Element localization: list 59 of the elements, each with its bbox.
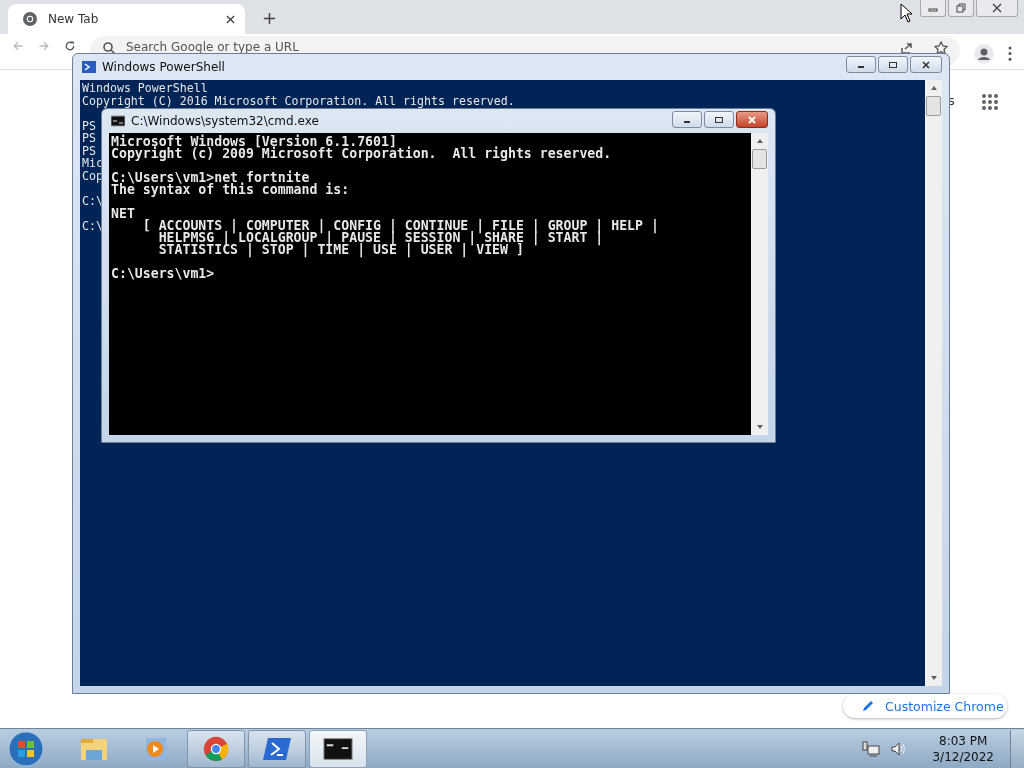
scroll-up-icon[interactable] [929, 84, 938, 92]
console-line: C:\Users\vm1> [111, 266, 215, 281]
console-line: Windows PowerShell [82, 81, 208, 95]
network-icon[interactable] [862, 740, 881, 757]
close-button[interactable] [736, 111, 768, 128]
menu-icon[interactable] [1008, 46, 1012, 61]
start-button[interactable] [8, 730, 44, 767]
powershell-icon [82, 60, 96, 74]
console-icon [111, 114, 125, 128]
scroll-down-icon[interactable] [929, 674, 938, 682]
scrollbar[interactable] [751, 133, 768, 435]
scroll-down-icon[interactable] [755, 423, 764, 431]
restore-icon [956, 3, 966, 13]
close-icon [747, 115, 757, 124]
console-line: PS [82, 143, 96, 158]
scroll-up-icon[interactable] [755, 137, 764, 145]
show-desktop-button[interactable] [1010, 729, 1024, 768]
browser-tab[interactable]: New Tab [8, 4, 245, 34]
powershell-icon [262, 735, 292, 762]
chrome-logo-icon [22, 11, 38, 27]
clock-date: 3/12/2022 [932, 748, 994, 765]
chrome-logo-icon [201, 735, 231, 762]
scrollbar[interactable] [925, 80, 942, 686]
restore-button[interactable] [948, 0, 974, 17]
console-line: C:\ [82, 193, 103, 208]
console-icon [323, 735, 353, 762]
scroll-thumb[interactable] [926, 96, 941, 116]
maximize-button[interactable] [704, 111, 734, 128]
clock-time: 8:03 PM [939, 732, 988, 749]
share-icon[interactable] [900, 41, 914, 55]
customize-chrome-button[interactable]: Customize Chrome [843, 694, 1007, 718]
new-tab-icon[interactable] [263, 12, 276, 25]
close-icon [992, 3, 1002, 13]
close-icon [921, 60, 931, 69]
pencil-icon [861, 699, 875, 713]
search-icon [102, 41, 116, 55]
profile-icon[interactable] [974, 44, 994, 64]
console-line: PS [82, 118, 96, 133]
window-title: C:\Windows\system32\cmd.exe [131, 114, 320, 128]
close-button[interactable] [910, 56, 942, 73]
tab-title: New Tab [48, 12, 100, 26]
pointer-icon [900, 3, 914, 23]
minimize-button[interactable] [672, 111, 702, 128]
console-line: PS [82, 131, 96, 145]
close-button[interactable] [976, 0, 1018, 17]
console-line: Copyright (C) 2016 Microsoft Corporation. All rights reserved. [82, 93, 515, 108]
reload-icon[interactable] [64, 40, 76, 52]
taskbar-button[interactable] [309, 729, 367, 768]
close-icon[interactable] [226, 14, 235, 24]
scroll-thumb[interactable] [752, 149, 767, 169]
star-icon[interactable] [934, 41, 948, 55]
console-line: NET [111, 206, 135, 221]
maximize-icon [888, 60, 898, 69]
console-line: Mic [82, 156, 103, 170]
maximize-button[interactable] [878, 56, 908, 73]
maximize-icon [714, 115, 724, 124]
minimize-button[interactable] [846, 56, 876, 73]
apps-grid-icon[interactable] [981, 93, 999, 111]
console-line: C:\ [82, 218, 103, 233]
